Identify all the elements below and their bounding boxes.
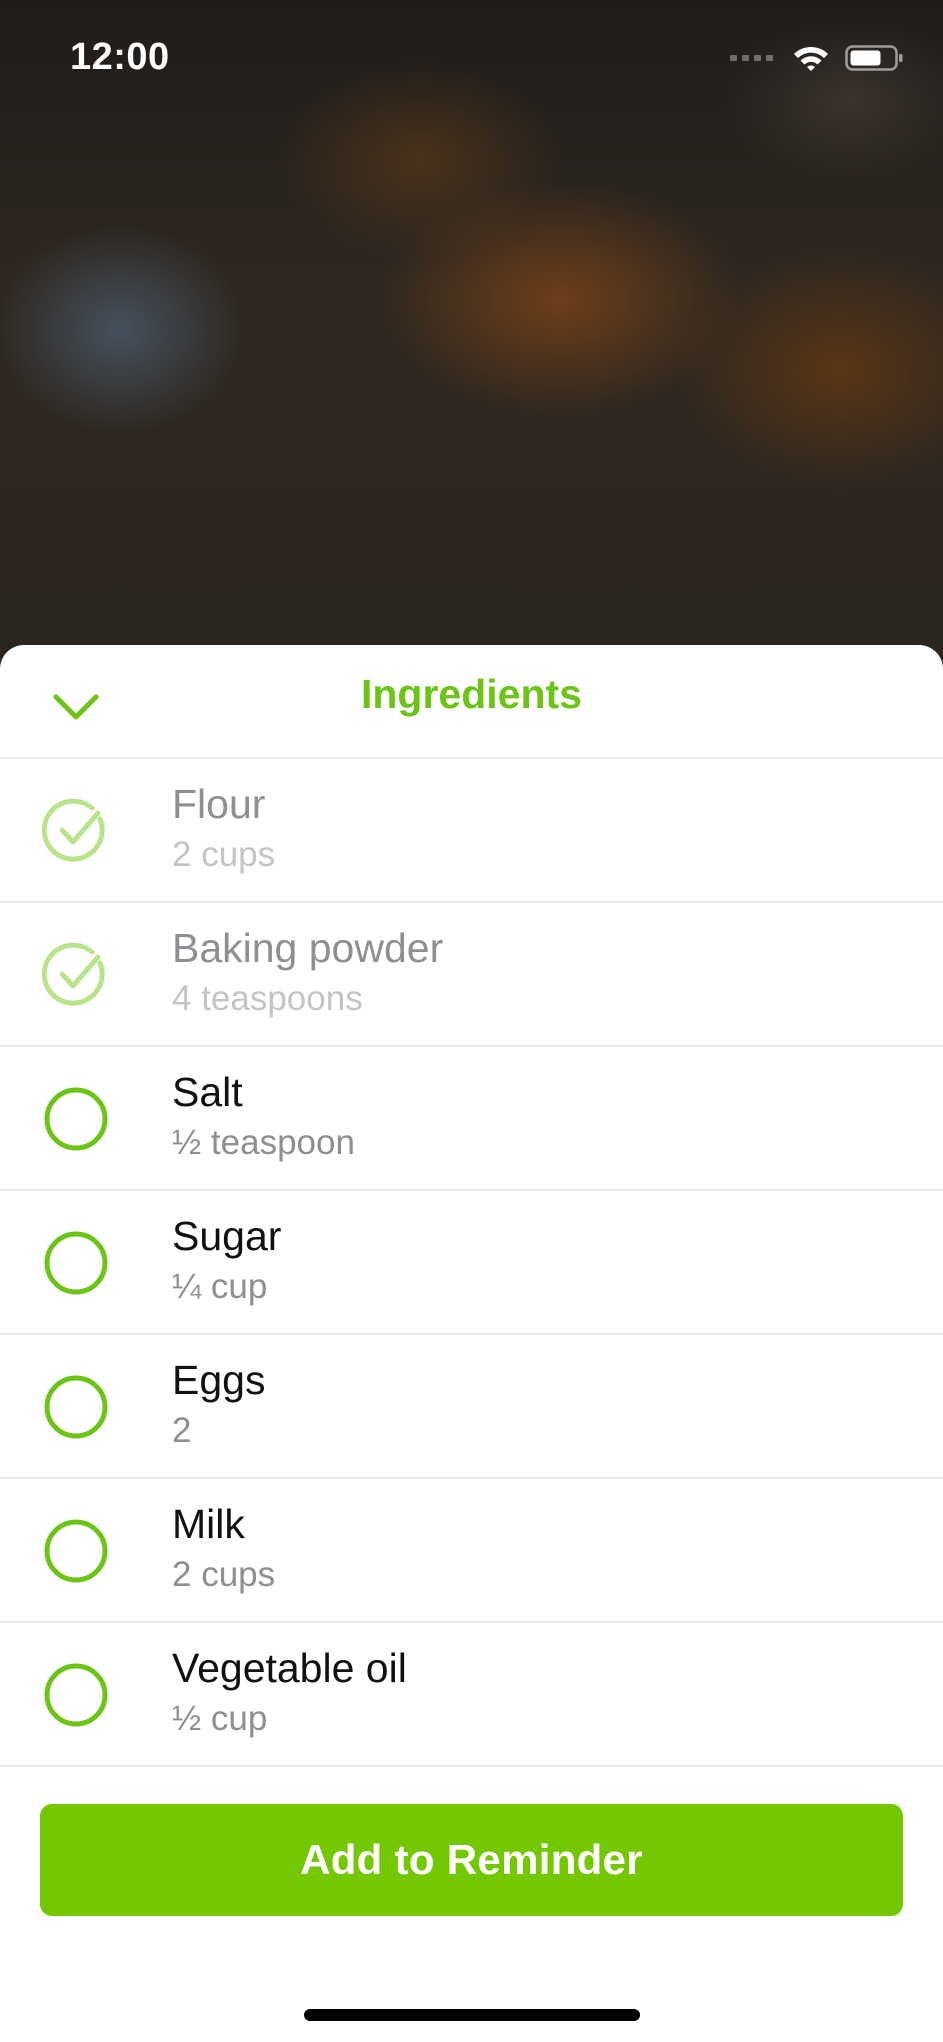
sheet-header: Ingredients <box>0 645 943 759</box>
ingredient-item-eggs[interactable]: Eggs 2 <box>0 1335 943 1479</box>
unchecked-circle-icon[interactable] <box>42 1373 110 1441</box>
ingredient-quantity: 4 teaspoons <box>172 979 363 1018</box>
ingredient-name: Flour <box>172 781 266 827</box>
ingredient-quantity: 2 cups <box>172 835 276 874</box>
unchecked-circle-icon[interactable] <box>42 1085 110 1153</box>
checked-circle-icon[interactable] <box>42 941 110 1009</box>
ingredient-item-baking-powder[interactable]: Baking powder 4 teaspoons <box>0 903 943 1047</box>
wifi-icon <box>794 46 828 71</box>
ingredient-item-milk[interactable]: Milk 2 cups <box>0 1479 943 1623</box>
ingredient-item-salt[interactable]: Salt ½ teaspoon <box>0 1047 943 1191</box>
ingredient-item-vegetable-oil[interactable]: Vegetable oil ½ cup <box>0 1623 943 1767</box>
unchecked-circle-icon[interactable] <box>42 1517 110 1585</box>
ingredient-quantity: ¼ cup <box>172 1267 268 1306</box>
add-to-reminder-button[interactable]: Add to Reminder <box>40 1804 903 1916</box>
cellular-signal-icon <box>730 55 773 61</box>
sheet-title: Ingredients <box>361 671 582 717</box>
ingredient-quantity: 2 cups <box>172 1555 276 1594</box>
ingredient-list: Flour 2 cups Baking powder 4 teaspoons S… <box>0 759 943 1767</box>
ingredient-name: Eggs <box>172 1357 266 1403</box>
ingredient-name: Vegetable oil <box>172 1645 407 1691</box>
status-icons <box>730 40 905 76</box>
home-indicator[interactable] <box>304 2009 640 2021</box>
unchecked-circle-icon[interactable] <box>42 1661 110 1729</box>
ingredient-quantity: ½ teaspoon <box>172 1123 355 1162</box>
ingredients-sheet: Ingredients Flour 2 cups Baking powder 4… <box>0 645 943 2042</box>
checked-circle-icon[interactable] <box>42 797 110 865</box>
ingredient-item-sugar[interactable]: Sugar ¼ cup <box>0 1191 943 1335</box>
ingredient-name: Baking powder <box>172 925 444 971</box>
unchecked-circle-icon[interactable] <box>42 1229 110 1297</box>
ingredient-name: Sugar <box>172 1213 282 1259</box>
ingredient-quantity: ½ cup <box>172 1699 268 1738</box>
status-time: 12:00 <box>70 36 170 78</box>
battery-icon <box>845 45 903 71</box>
ingredient-name: Salt <box>172 1069 243 1115</box>
ingredient-name: Milk <box>172 1501 245 1547</box>
ingredient-quantity: 2 <box>172 1411 192 1450</box>
ingredient-item-flour[interactable]: Flour 2 cups <box>0 759 943 903</box>
status-bar: 12:00 <box>0 0 943 120</box>
